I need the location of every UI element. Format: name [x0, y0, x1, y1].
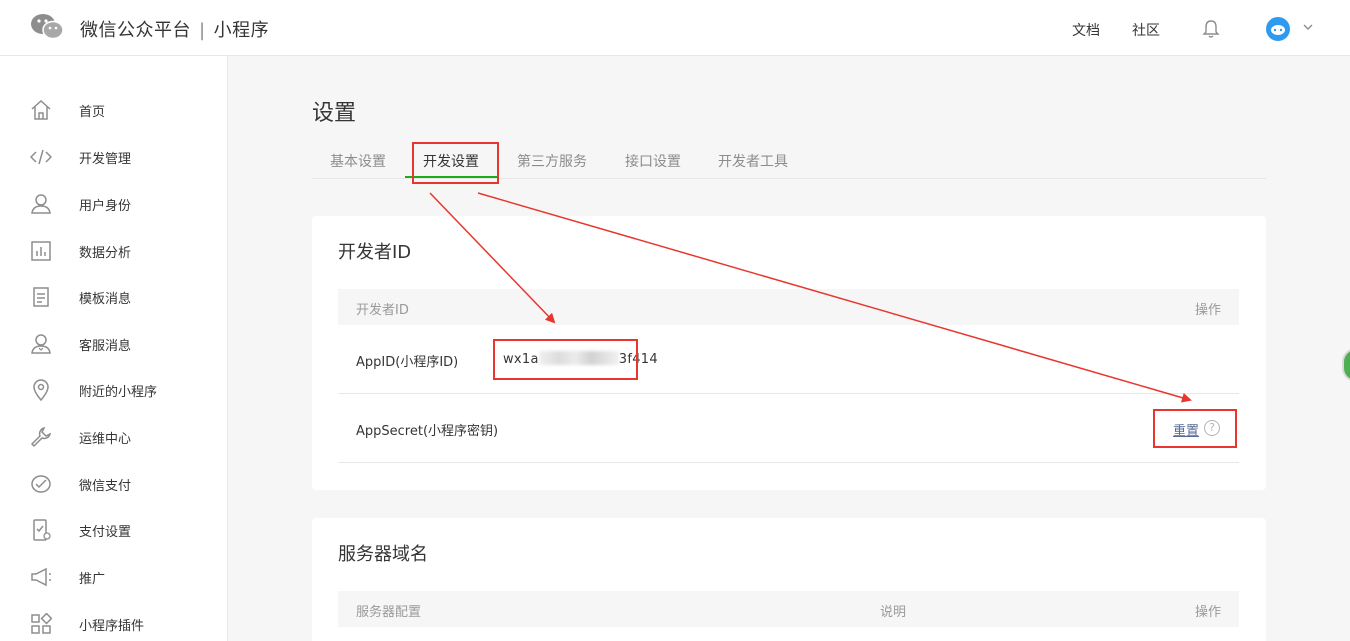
brand-separator: | — [199, 20, 206, 41]
table-row-appsecret: AppSecret(小程序密钥) 重置 ? — [338, 394, 1239, 463]
sidebar-item-analytics[interactable]: 数据分析 — [0, 231, 227, 271]
sidebar-item-label: 附近的小程序 — [79, 384, 158, 400]
server-domain-table-header: 服务器配置 说明 操作 — [338, 591, 1239, 627]
sidebar-item-label: 用户身份 — [79, 198, 132, 214]
sidebar-item-label: 运维中心 — [79, 431, 132, 447]
document-icon — [33, 287, 49, 307]
wechat-logo-icon[interactable] — [30, 13, 64, 41]
column-actions: 操作 — [1195, 605, 1222, 620]
sidebar-item-label: 开发管理 — [79, 151, 132, 167]
tab-api-settings[interactable]: 接口设置 — [625, 151, 681, 171]
tab-developer-tools[interactable]: 开发者工具 — [718, 151, 788, 171]
sidebar-item-nearby[interactable]: 附近的小程序 — [0, 370, 227, 410]
sidebar-item-plugins[interactable]: 小程序插件 — [0, 604, 227, 641]
user-icon — [31, 194, 51, 214]
community-link[interactable]: 社区 — [1132, 20, 1160, 40]
highlight-reset-link — [1153, 409, 1237, 448]
bell-icon[interactable] — [1202, 19, 1220, 39]
tab-third-party-services[interactable]: 第三方服务 — [517, 151, 587, 171]
pay-icon — [31, 475, 51, 493]
sidebar-item-user-identity[interactable]: 用户身份 — [0, 184, 227, 224]
docs-link[interactable]: 文档 — [1072, 20, 1100, 40]
phone-settings-icon — [33, 519, 51, 541]
megaphone-icon — [31, 567, 51, 587]
sidebar-item-label: 小程序插件 — [79, 618, 145, 634]
column-description: 说明 — [880, 605, 907, 620]
platform-brand[interactable]: 微信公众平台 | 小程序 — [80, 16, 269, 42]
highlight-dev-settings-tab — [412, 142, 499, 184]
avatar[interactable] — [1266, 17, 1290, 41]
sidebar-item-template-messages[interactable]: 模板消息 — [0, 277, 227, 317]
support-user-icon — [31, 334, 51, 354]
sidebar-item-pay-settings[interactable]: 支付设置 — [0, 510, 227, 550]
product-name: 小程序 — [213, 20, 270, 41]
sidebar-item-label: 首页 — [79, 104, 106, 120]
avatar-face-icon — [1271, 25, 1285, 35]
sidebar-item-promotion[interactable]: 推广 — [0, 557, 227, 597]
column-actions: 操作 — [1195, 303, 1222, 318]
chart-icon — [31, 241, 51, 261]
developer-id-card: 开发者ID 开发者ID 操作 AppID(小程序ID) wx1a 3f414 Ap… — [312, 216, 1266, 490]
code-icon — [30, 149, 52, 165]
sidebar-item-wechat-pay[interactable]: 微信支付 — [0, 464, 227, 504]
table-row-appid: AppID(小程序ID) wx1a 3f414 — [338, 325, 1239, 394]
top-bar: 微信公众平台 | 小程序 文档 社区 — [0, 0, 1350, 56]
column-server-config: 服务器配置 — [356, 605, 422, 620]
tab-basic-settings[interactable]: 基本设置 — [330, 151, 386, 171]
server-domain-title: 服务器域名 — [338, 544, 428, 565]
appid-label: AppID(小程序ID) — [356, 355, 459, 370]
sidebar: 首页 开发管理 用户身份 数据分析 模板消息 客服消息 附近的小程序 运维中心 … — [0, 56, 228, 641]
home-icon — [31, 99, 51, 120]
brand-name: 微信公众平台 — [80, 20, 191, 41]
plugin-grid-icon — [31, 613, 52, 634]
page-title: 设置 — [312, 101, 357, 126]
sidebar-item-customer-service[interactable]: 客服消息 — [0, 324, 227, 364]
column-developer-id: 开发者ID — [356, 303, 409, 318]
sidebar-item-ops-center[interactable]: 运维中心 — [0, 417, 227, 457]
appsecret-label: AppSecret(小程序密钥) — [356, 424, 499, 439]
sidebar-item-dev-management[interactable]: 开发管理 — [0, 137, 227, 177]
location-pin-icon — [33, 379, 49, 401]
server-domain-card: 服务器域名 服务器配置 说明 操作 — [312, 518, 1266, 641]
chevron-down-icon[interactable] — [1302, 22, 1314, 32]
sidebar-item-label: 支付设置 — [79, 524, 132, 540]
wrench-icon — [30, 426, 52, 448]
sidebar-item-label: 客服消息 — [79, 338, 132, 354]
sidebar-item-label: 数据分析 — [79, 245, 132, 261]
developer-id-title: 开发者ID — [338, 242, 412, 263]
developer-id-table-header: 开发者ID 操作 — [338, 289, 1239, 325]
sidebar-item-label: 推广 — [79, 571, 106, 587]
sidebar-item-label: 微信支付 — [79, 478, 132, 494]
sidebar-item-label: 模板消息 — [79, 291, 132, 307]
floating-help-button[interactable] — [1342, 348, 1350, 382]
highlight-appid-value — [493, 339, 638, 380]
sidebar-item-home[interactable]: 首页 — [0, 90, 227, 130]
